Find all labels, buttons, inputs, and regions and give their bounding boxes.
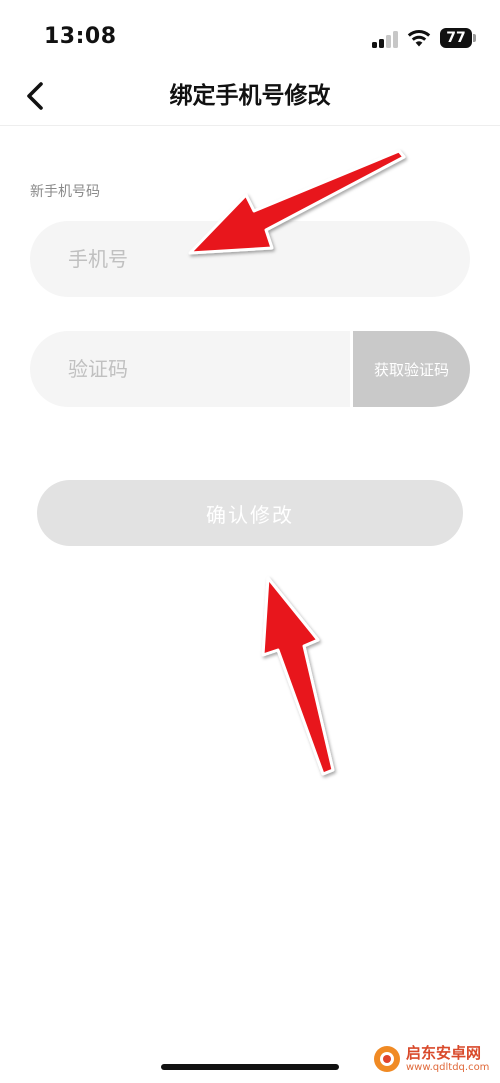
phone-input[interactable] bbox=[68, 221, 408, 297]
back-chevron-icon[interactable] bbox=[22, 80, 52, 114]
watermark-logo-icon bbox=[374, 1046, 400, 1072]
nav-bar: 绑定手机号修改 bbox=[0, 80, 500, 126]
signal-icon bbox=[372, 30, 398, 48]
new-phone-label: 新手机号码 bbox=[30, 184, 100, 200]
page-title: 绑定手机号修改 bbox=[169, 83, 331, 109]
watermark-brand: 启东安卓网 bbox=[406, 1044, 482, 1062]
code-field: 获取验证码 bbox=[30, 331, 470, 407]
battery-icon: 77 bbox=[440, 28, 476, 48]
watermark: 启东安卓网 www.qdltdq.com bbox=[372, 1042, 496, 1080]
confirm-button[interactable]: 确认修改 bbox=[37, 480, 463, 546]
status-bar: 13:08 77 bbox=[0, 0, 500, 80]
arrow-to-confirm-button bbox=[261, 576, 335, 776]
status-time: 13:08 bbox=[44, 24, 117, 49]
watermark-url: www.qdltdq.com bbox=[406, 1062, 490, 1073]
home-indicator bbox=[161, 1064, 339, 1070]
get-code-button[interactable]: 获取验证码 bbox=[350, 331, 470, 407]
verification-code-input[interactable] bbox=[68, 331, 338, 407]
battery-level: 77 bbox=[440, 28, 472, 48]
wifi-icon bbox=[407, 30, 431, 47]
phone-field bbox=[30, 221, 470, 297]
